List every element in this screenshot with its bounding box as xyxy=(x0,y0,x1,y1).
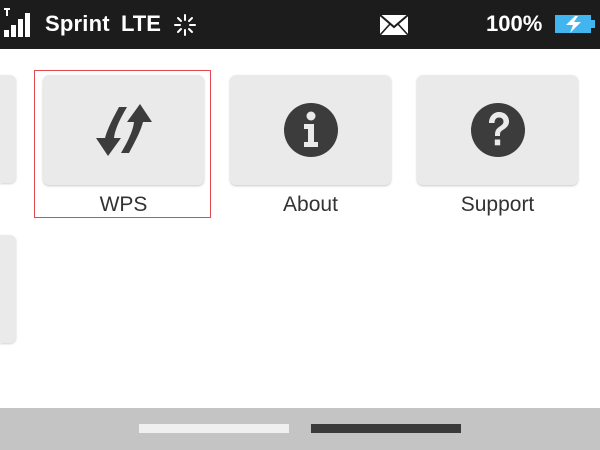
wps-tile[interactable] xyxy=(43,75,204,185)
battery-charging-icon xyxy=(555,15,595,33)
battery-percent: 100% xyxy=(486,11,543,36)
wps-icon xyxy=(95,104,152,156)
help-icon xyxy=(470,103,525,157)
mail-icon xyxy=(379,14,409,36)
next-row-tile-edge[interactable] xyxy=(0,235,16,343)
wps-label: WPS xyxy=(99,193,148,216)
support-label: Support xyxy=(460,193,535,216)
previous-tile-edge[interactable] xyxy=(0,75,16,183)
status-bar: Sprint LTE 100% xyxy=(0,0,600,49)
page-indicator-bar xyxy=(0,408,600,450)
info-icon xyxy=(283,103,338,157)
sync-activity-icon xyxy=(174,14,196,36)
about-label: About xyxy=(283,193,338,216)
carrier-name: Sprint xyxy=(45,11,110,36)
page-indicator-1[interactable] xyxy=(139,424,289,433)
signal-icon xyxy=(4,8,30,37)
page-indicator-2-active[interactable] xyxy=(311,424,461,433)
network-type: LTE xyxy=(121,11,161,36)
support-tile[interactable] xyxy=(417,75,578,185)
about-tile[interactable] xyxy=(230,75,391,185)
